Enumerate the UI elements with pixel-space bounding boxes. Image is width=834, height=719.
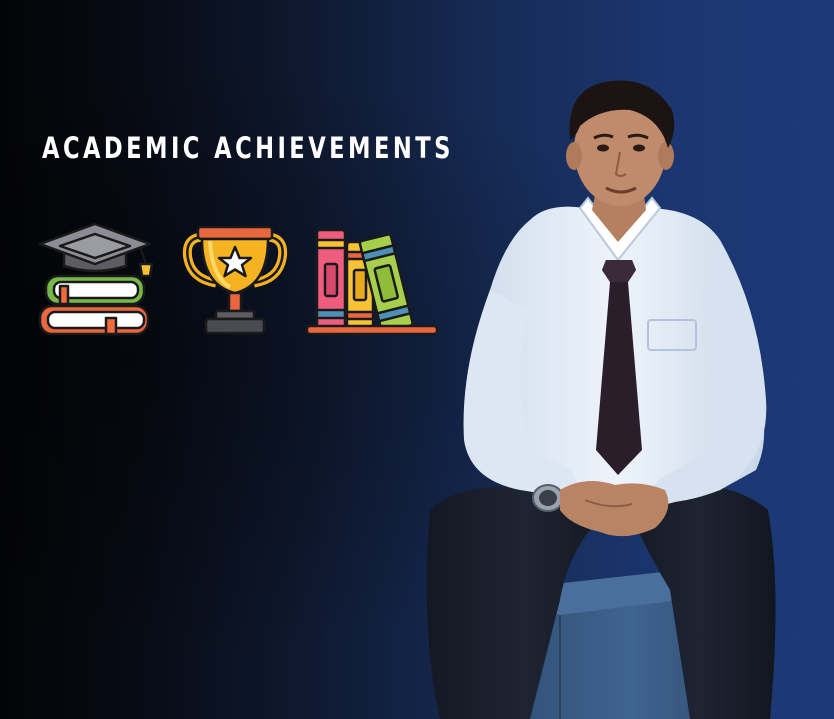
trophy-icon [182, 225, 288, 335]
poster-canvas: ACADEMIC ACHIEVEMENTS [0, 0, 834, 719]
seated-person-photo [426, 80, 776, 719]
graduation-books-icon [38, 222, 154, 336]
page-title: ACADEMIC ACHIEVEMENTS [42, 131, 454, 165]
